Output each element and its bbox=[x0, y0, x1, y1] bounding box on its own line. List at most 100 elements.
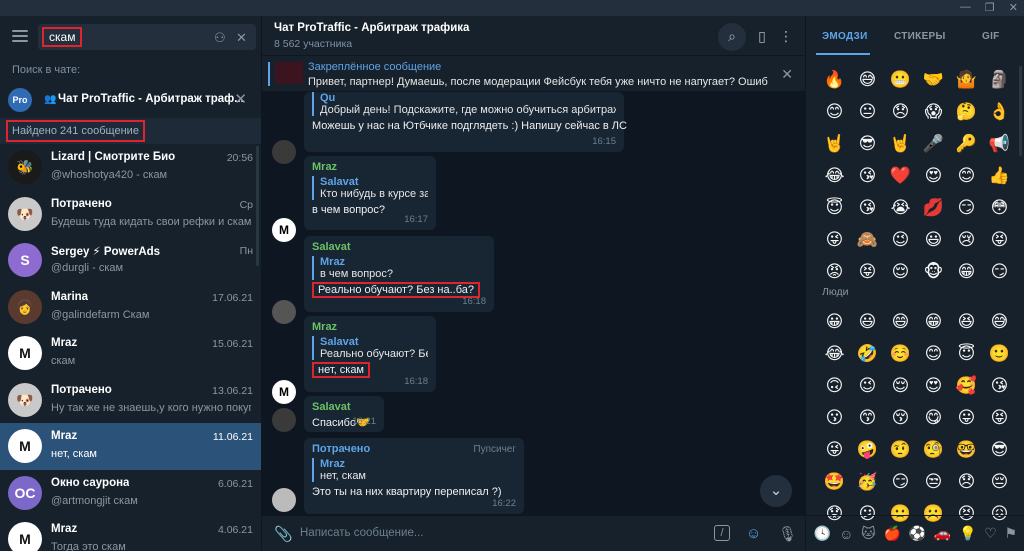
clear-search-icon[interactable]: ✕ bbox=[236, 30, 247, 46]
sidebar-toggle-icon[interactable]: ▯ bbox=[752, 23, 772, 49]
emoji-item[interactable]: 😳 bbox=[983, 198, 1016, 218]
emoji-item[interactable]: 😢 bbox=[950, 230, 983, 250]
reply-quote[interactable]: Mraz в чем вопрос? bbox=[312, 256, 486, 280]
emoji-item[interactable]: 😄 bbox=[884, 312, 917, 332]
message-input[interactable]: Написать сообщение... bbox=[300, 527, 423, 539]
emoji-item[interactable]: 😛 bbox=[950, 408, 983, 428]
message-bubble[interactable]: Salavat Спасибо🤝 16:21 bbox=[304, 396, 384, 432]
reply-quote[interactable]: Qu Добрый день! Подскажите, где можно об… bbox=[312, 92, 616, 116]
emoji-item[interactable]: 🐵 bbox=[917, 262, 950, 282]
emoji-item[interactable]: 😱 bbox=[917, 102, 950, 122]
sender-name[interactable]: Mraz bbox=[312, 321, 428, 333]
emoji-item[interactable]: 😒 bbox=[917, 472, 950, 492]
emoji-item[interactable]: 🥳 bbox=[851, 472, 884, 492]
emoji-item[interactable]: 😝 bbox=[983, 230, 1016, 250]
emoji-item[interactable]: 😋 bbox=[917, 408, 950, 428]
emoji-item[interactable]: 😇 bbox=[818, 198, 851, 218]
avatar[interactable] bbox=[272, 408, 296, 432]
heart-icon[interactable]: ♡ bbox=[984, 525, 997, 542]
more-icon[interactable]: ⋮ bbox=[776, 23, 796, 49]
emoji-item[interactable]: 😍 bbox=[917, 376, 950, 396]
emoji-item[interactable]: 😏 bbox=[950, 198, 983, 218]
commands-icon[interactable]: / bbox=[714, 525, 730, 541]
cat-icon[interactable]: 🐱 bbox=[861, 525, 876, 542]
emoji-item[interactable]: 😊 bbox=[917, 344, 950, 364]
avatar[interactable] bbox=[272, 300, 296, 324]
emoji-item[interactable]: 😡 bbox=[818, 262, 851, 282]
emoji-item[interactable]: 😎 bbox=[983, 440, 1016, 460]
search-result-item[interactable]: M Mraz 15.06.21 скам bbox=[0, 330, 261, 377]
close-pinned-icon[interactable]: ✕ bbox=[781, 66, 793, 83]
search-icon[interactable]: ⌕ bbox=[718, 23, 746, 51]
emoji-item[interactable]: 😙 bbox=[851, 408, 884, 428]
attach-icon[interactable]: 📎 bbox=[274, 525, 293, 543]
emoji-item[interactable]: 😘 bbox=[851, 166, 884, 186]
emoji-item[interactable]: 😌 bbox=[884, 262, 917, 282]
emoji-item[interactable]: 🔑 bbox=[950, 134, 983, 154]
emoji-item[interactable]: 🎤 bbox=[917, 134, 950, 154]
emoji-item[interactable]: 🧐 bbox=[917, 440, 950, 460]
emoji-item[interactable]: 😞 bbox=[884, 102, 917, 122]
emoji-item[interactable]: 🤩 bbox=[818, 472, 851, 492]
emoji-item[interactable]: 😂 bbox=[818, 344, 851, 364]
emoji-item[interactable]: 🙃 bbox=[818, 376, 851, 396]
emoji-item[interactable]: 😎 bbox=[851, 134, 884, 154]
sender-name[interactable]: Mraz bbox=[312, 161, 428, 173]
emoji-item[interactable]: 👌 bbox=[983, 102, 1016, 122]
tab-gif[interactable]: GIF bbox=[982, 31, 1000, 42]
emoji-item[interactable]: 🙂 bbox=[983, 344, 1016, 364]
avatar[interactable]: M bbox=[272, 380, 296, 404]
emoji-item[interactable]: 😗 bbox=[818, 408, 851, 428]
tab-emoji[interactable]: ЭМОДЗИ bbox=[822, 31, 868, 42]
emoji-item[interactable]: 🤝 bbox=[917, 70, 950, 90]
car-icon[interactable]: 🚗 bbox=[934, 525, 951, 542]
tab-stickers[interactable]: СТИКЕРЫ bbox=[894, 31, 946, 42]
emoji-item[interactable]: 😘 bbox=[983, 376, 1016, 396]
search-result-item[interactable]: 🐶 Потрачено 13.06.21 Ну так же не знаешь… bbox=[0, 377, 261, 424]
avatar[interactable] bbox=[272, 488, 296, 512]
message-bubble[interactable]: Mraz Salavat Кто нибудь в курсе за... в … bbox=[304, 156, 436, 230]
avatar[interactable]: M bbox=[272, 218, 296, 242]
emoji-item[interactable]: 🤘 bbox=[818, 134, 851, 154]
emoji-item[interactable]: 😞 bbox=[950, 472, 983, 492]
message-bubble[interactable]: Salavat Mraz в чем вопрос? Реально обуча… bbox=[304, 236, 494, 312]
recent-icon[interactable]: 🕓 bbox=[814, 525, 831, 542]
emoji-item[interactable]: 🤣 bbox=[851, 344, 884, 364]
emoji-item[interactable]: 😃 bbox=[917, 230, 950, 250]
emoji-item[interactable]: 📢 bbox=[983, 134, 1016, 154]
search-value[interactable]: скам bbox=[42, 27, 83, 47]
close-scope-icon[interactable]: ✕ bbox=[234, 90, 247, 108]
emoji-item[interactable]: 😌 bbox=[884, 376, 917, 396]
emoji-item[interactable]: 🤪 bbox=[851, 440, 884, 460]
reply-quote[interactable]: Mraz нет, скам bbox=[312, 458, 516, 482]
emoji-item[interactable]: ☺️ bbox=[884, 344, 917, 364]
menu-icon[interactable] bbox=[12, 30, 28, 42]
emoji-item[interactable]: 👍 bbox=[983, 166, 1016, 186]
reply-quote[interactable]: Salavat Реально обучают? Бе... bbox=[312, 336, 428, 360]
emoji-item[interactable]: 🤓 bbox=[950, 440, 983, 460]
emoji-item[interactable]: 😂 bbox=[818, 166, 851, 186]
emoji-item[interactable]: 😇 bbox=[950, 344, 983, 364]
emoji-item[interactable]: 😜 bbox=[818, 230, 851, 250]
emoji-item[interactable]: 😀 bbox=[818, 312, 851, 332]
chat-title[interactable]: Чат ProTraffic - Арбитраж трафика bbox=[274, 22, 469, 34]
emoji-item[interactable]: 😔 bbox=[983, 472, 1016, 492]
search-result-item[interactable]: S Sergey ⚡ PowerAds Пн @durgli - скам bbox=[0, 237, 261, 284]
bulb-icon[interactable]: 💡 bbox=[959, 525, 976, 542]
message-bubble[interactable]: Mraz Salavat Реально обучают? Бе... нет,… bbox=[304, 316, 436, 392]
message-bubble[interactable]: Потрачено Пупсичег Mraz нет, скам Это ты… bbox=[304, 438, 524, 514]
emoji-item[interactable]: 😊 bbox=[818, 102, 851, 122]
emoji-item[interactable]: 🗿 bbox=[983, 70, 1016, 90]
emoji-item[interactable]: 😏 bbox=[884, 472, 917, 492]
emoji-item[interactable]: 😝 bbox=[983, 408, 1016, 428]
emoji-item[interactable]: 😝 bbox=[851, 262, 884, 282]
emoji-item[interactable]: 😘 bbox=[851, 198, 884, 218]
emoji-scrollbar[interactable] bbox=[1019, 66, 1022, 156]
emoji-icon[interactable]: ☺ bbox=[746, 525, 761, 542]
user-filter-icon[interactable]: ⚇ bbox=[214, 30, 226, 46]
emoji-item[interactable]: 😃 bbox=[851, 312, 884, 332]
emoji-item[interactable]: 😭 bbox=[884, 198, 917, 218]
left-scrollbar[interactable] bbox=[256, 146, 259, 266]
pinned-message[interactable]: Закреплённое сообщение Привет, партнер! … bbox=[262, 56, 805, 92]
avatar[interactable] bbox=[272, 140, 296, 164]
